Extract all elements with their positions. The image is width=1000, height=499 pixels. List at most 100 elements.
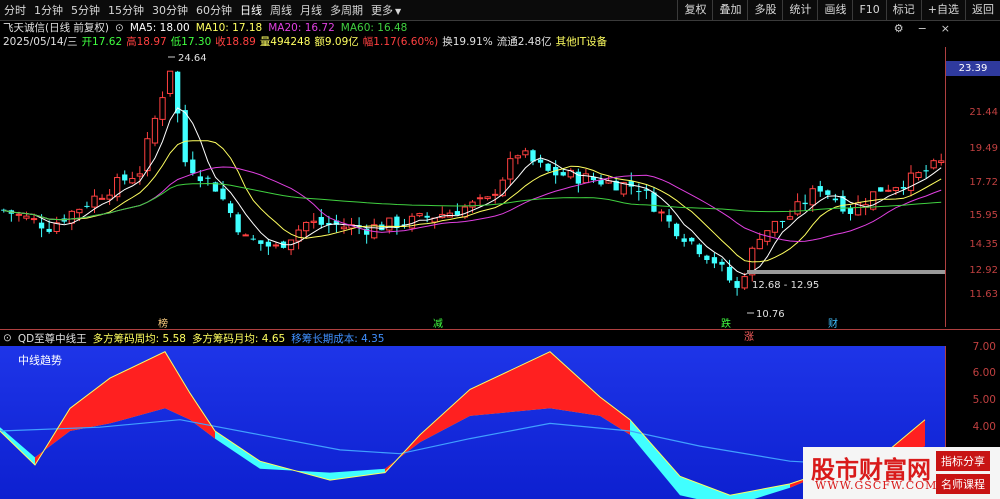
- candle: [227, 203, 234, 214]
- candle: [514, 155, 522, 159]
- candle: [681, 238, 687, 242]
- candle: [340, 226, 348, 230]
- tab-5min[interactable]: 5分钟: [71, 2, 100, 18]
- kline-chart[interactable]: 24.64 12.68 - 12.95 10.76: [0, 47, 945, 327]
- marker-cai[interactable]: 财: [828, 315, 838, 330]
- ma-lines: [3, 107, 942, 276]
- candle: [507, 158, 514, 180]
- candle: [136, 173, 144, 177]
- candle: [832, 198, 839, 201]
- weekly-avg-value: 多方筹码周均: 5.58: [92, 332, 186, 345]
- multi-stock-button[interactable]: 多股: [747, 0, 782, 20]
- close-icon[interactable]: ×: [941, 22, 950, 35]
- candle: [310, 220, 317, 223]
- candle: [885, 189, 892, 192]
- overlay-button[interactable]: 叠加: [712, 0, 747, 20]
- tab-30min[interactable]: 30分钟: [152, 2, 188, 18]
- marker-jian[interactable]: 减: [433, 315, 443, 330]
- gear-icon[interactable]: ⚙: [894, 22, 904, 35]
- f10-button[interactable]: F10: [852, 0, 885, 20]
- candle: [825, 190, 831, 195]
- tab-1min[interactable]: 1分钟: [34, 2, 63, 18]
- candle: [923, 170, 929, 172]
- tab-more[interactable]: 更多 ▼: [371, 2, 401, 18]
- price-tick: 21.44: [969, 107, 998, 118]
- candle: [182, 110, 188, 163]
- draw-line-button[interactable]: 画线: [817, 0, 852, 20]
- mark-button[interactable]: 标记: [885, 0, 921, 20]
- candle: [235, 214, 241, 233]
- indicator-settings-icon[interactable]: ⊙: [3, 332, 12, 344]
- candle: [106, 194, 113, 200]
- candle: [318, 216, 324, 225]
- price-tick: 14.35: [969, 239, 998, 250]
- candle: [711, 257, 718, 264]
- candle: [98, 197, 106, 200]
- candle: [696, 244, 702, 255]
- stats-button[interactable]: 统计: [782, 0, 817, 20]
- candle: [817, 186, 823, 192]
- candle: [250, 238, 256, 240]
- candle: [265, 241, 272, 247]
- longterm-cost-value: 移筹长期成本: 4.35: [291, 332, 385, 345]
- candle: [878, 187, 884, 192]
- tab-15min[interactable]: 15分钟: [108, 2, 144, 18]
- candle: [476, 197, 484, 200]
- candle: [734, 281, 740, 288]
- marker-die[interactable]: 跌: [721, 315, 731, 330]
- candle: [651, 192, 657, 212]
- candle: [741, 276, 748, 289]
- watermark-tag-courses: 名师课程: [936, 474, 990, 494]
- candle: [68, 210, 75, 224]
- candle: [30, 218, 38, 221]
- candle: [636, 191, 642, 193]
- watermark: 股市财富网 WWW.GSCFW.COM 指标分享 名师课程: [803, 447, 1000, 499]
- candle: [907, 172, 915, 191]
- candle: [144, 138, 151, 172]
- candle: [23, 215, 30, 219]
- tab-daily[interactable]: 日线: [240, 2, 262, 18]
- candle: [159, 97, 166, 120]
- candle: [537, 159, 544, 163]
- candle: [938, 160, 945, 164]
- marker-bang[interactable]: 榜: [158, 315, 168, 330]
- candle: [756, 238, 763, 250]
- settings-circle-icon[interactable]: ⊙: [115, 22, 124, 34]
- longterm-cost-line: [0, 419, 926, 466]
- candle: [454, 211, 461, 216]
- stock-title[interactable]: 飞天诚信(日线 前复权): [3, 20, 109, 35]
- candle: [386, 217, 393, 231]
- add-watchlist-button[interactable]: +自选: [920, 0, 965, 20]
- trend-band-up: [35, 351, 215, 465]
- candle: [719, 261, 725, 265]
- tab-fenshi[interactable]: 分时: [4, 2, 26, 18]
- tab-multi-period[interactable]: 多周期: [330, 2, 363, 18]
- indicator-name[interactable]: QD至尊中线王: [18, 331, 87, 346]
- tab-60min[interactable]: 60分钟: [196, 2, 232, 18]
- candle: [175, 71, 181, 114]
- fuquan-button[interactable]: 复权: [677, 0, 712, 20]
- range-annotation: 12.68 - 12.95: [752, 280, 819, 291]
- watermark-tag-indicators: 指标分享: [936, 451, 990, 471]
- tab-monthly[interactable]: 月线: [300, 2, 322, 18]
- candles: [1, 70, 945, 296]
- trend-band-up: [385, 351, 630, 473]
- ma60-value: MA60: 16.48: [340, 21, 408, 34]
- minus-icon[interactable]: −: [918, 22, 927, 35]
- candle: [469, 201, 476, 208]
- chevron-down-icon: ▼: [395, 7, 402, 16]
- candle: [272, 244, 280, 247]
- candle: [379, 224, 385, 231]
- tab-weekly[interactable]: 周线: [270, 2, 292, 18]
- candle: [220, 188, 226, 200]
- candle: [484, 196, 491, 200]
- price-tick: 15.95: [969, 210, 998, 221]
- candle: [726, 266, 733, 281]
- back-button[interactable]: 返回: [965, 0, 1000, 20]
- candle: [38, 222, 45, 229]
- period-toolbar: 分时 1分钟 5分钟 15分钟 30分钟 60分钟 日线 周线 月线 多周期 更…: [0, 0, 1000, 21]
- indicator-tick: 6.00: [972, 367, 996, 379]
- range-bar: [747, 270, 945, 274]
- price-tick: 19.49: [969, 143, 998, 154]
- current-price-box: 23.39: [946, 61, 1000, 76]
